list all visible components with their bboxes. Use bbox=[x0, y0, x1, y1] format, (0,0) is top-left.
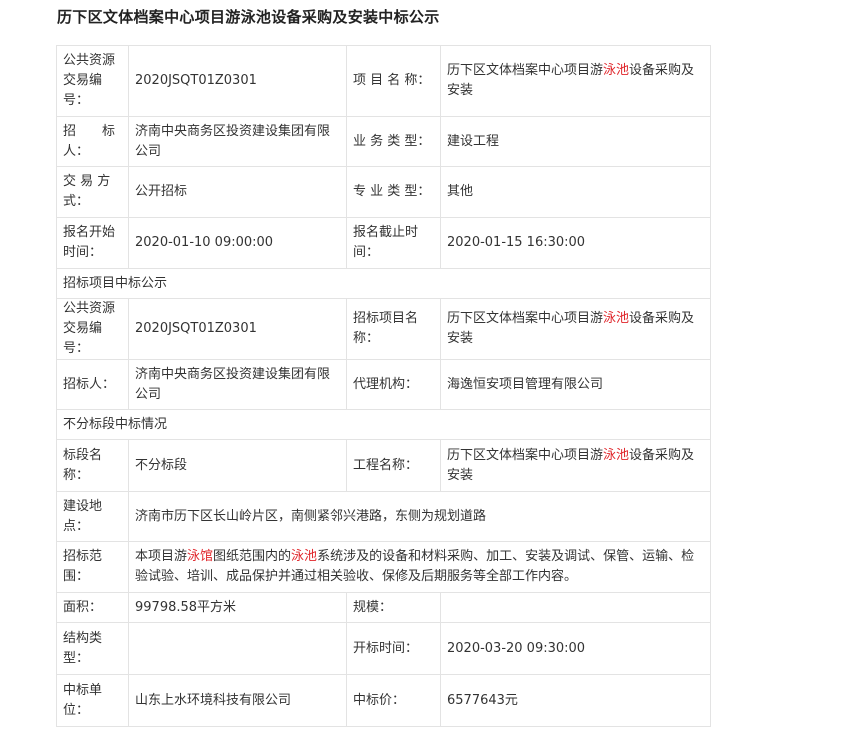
highlight-keyword: 泳池 bbox=[291, 549, 318, 564]
lot-name-value: 不分标段 bbox=[128, 439, 347, 492]
table-row: 交 易 方式： 公开招标 专 业 类 型： 其他 bbox=[56, 166, 711, 218]
page-title: 历下区文体档案中心项目游泳池设备采购及安装中标公示 bbox=[57, 8, 440, 26]
project-title-label: 工程名称： bbox=[346, 439, 441, 492]
location-value: 济南市历下区长山岭片区，南侧紧邻兴港路，东侧为规划道路 bbox=[128, 491, 711, 542]
winning-price-label: 中标价： bbox=[346, 674, 441, 727]
area-value: 99798.58平方米 bbox=[128, 592, 347, 623]
structure-type-value bbox=[128, 622, 347, 675]
highlight-keyword: 泳池 bbox=[603, 311, 630, 326]
section-row: 不分标段中标情况 bbox=[56, 409, 711, 440]
agency-label: 代理机构： bbox=[346, 359, 441, 410]
project-name-label: 项 目 名 称： bbox=[346, 45, 441, 117]
trade-method-value: 公开招标 bbox=[128, 166, 347, 218]
table-row: 建设地点： 济南市历下区长山岭片区，南侧紧邻兴港路，东侧为规划道路 bbox=[56, 491, 711, 542]
project-title-value: 历下区文体档案中心项目游泳池设备采购及安装 bbox=[440, 439, 711, 492]
section-heading-bid-result: 不分标段中标情况 bbox=[56, 409, 711, 440]
section-row: 招标项目中标公示 bbox=[56, 268, 711, 299]
highlight-keyword: 泳池 bbox=[603, 63, 630, 78]
table-row: 中标单位： 山东上水环境科技有限公司 中标价： 6577643元 bbox=[56, 674, 711, 727]
location-label: 建设地点： bbox=[56, 491, 129, 542]
business-type-value: 建设工程 bbox=[440, 116, 711, 167]
profession-type-label: 专 业 类 型： bbox=[346, 166, 441, 218]
bid-open-time-value: 2020-03-20 09:30:00 bbox=[440, 622, 711, 675]
profession-type-value: 其他 bbox=[440, 166, 711, 218]
trade-method-label: 交 易 方式： bbox=[56, 166, 129, 218]
highlight-keyword: 泳池 bbox=[603, 447, 630, 463]
table-row: 公共资源交易编号： 2020JSQT01Z0301 招标项目名称： 历下区文体档… bbox=[56, 298, 711, 360]
winner-value: 山东上水环境科技有限公司 bbox=[128, 674, 347, 727]
signup-start-label: 报名开始时间： bbox=[56, 217, 129, 269]
highlight-keyword: 泳馆 bbox=[187, 549, 214, 564]
structure-type-label: 结构类型： bbox=[56, 622, 129, 675]
signup-end-label: 报名截止时间： bbox=[346, 217, 441, 269]
scope-label: 招标范围： bbox=[56, 541, 129, 593]
section-heading-award-notice: 招标项目中标公示 bbox=[56, 268, 711, 299]
trade-number-label: 公共资源交易编号： bbox=[56, 298, 129, 360]
table-row: 标段名称： 不分标段 工程名称： 历下区文体档案中心项目游泳池设备采购及安装 bbox=[56, 439, 711, 492]
tender-project-name-value: 历下区文体档案中心项目游泳池设备采购及安装 bbox=[440, 298, 711, 360]
tender-project-name-label: 招标项目名称： bbox=[346, 298, 441, 360]
agency-value: 海逸恒安项目管理有限公司 bbox=[440, 359, 711, 410]
trade-number-label: 公共资源交易编号： bbox=[56, 45, 129, 117]
table-row: 招 标人： 济南中央商务区投资建设集团有限公司 业 务 类 型： 建设工程 bbox=[56, 116, 711, 167]
table-row: 招标人： 济南中央商务区投资建设集团有限公司 代理机构： 海逸恒安项目管理有限公… bbox=[56, 359, 711, 410]
tenderer-value: 济南中央商务区投资建设集团有限公司 bbox=[128, 359, 347, 410]
table-row: 报名开始时间： 2020-01-10 09:00:00 报名截止时间： 2020… bbox=[56, 217, 711, 269]
signup-end-value: 2020-01-15 16:30:00 bbox=[440, 217, 711, 269]
tender-info-table: 公共资源交易编号： 2020JSQT01Z0301 项 目 名 称： 历下区文体… bbox=[56, 45, 711, 727]
project-name-value: 历下区文体档案中心项目游泳池设备采购及安装 bbox=[440, 45, 711, 117]
scale-label: 规模： bbox=[346, 592, 441, 623]
table-row: 公共资源交易编号： 2020JSQT01Z0301 项 目 名 称： 历下区文体… bbox=[56, 45, 711, 117]
area-label: 面积： bbox=[56, 592, 129, 623]
tenderer-label: 招标人： bbox=[56, 359, 129, 410]
tenderer-value: 济南中央商务区投资建设集团有限公司 bbox=[128, 116, 347, 167]
winning-price-value: 6577643元 bbox=[440, 674, 711, 727]
trade-number-value: 2020JSQT01Z0301 bbox=[128, 298, 347, 360]
bid-open-time-label: 开标时间： bbox=[346, 622, 441, 675]
scale-value bbox=[440, 592, 711, 623]
tenderer-label: 招 标人： bbox=[56, 116, 129, 167]
lot-name-label: 标段名称： bbox=[56, 439, 129, 492]
winner-label: 中标单位： bbox=[56, 674, 129, 727]
table-row: 招标范围： 本项目游泳馆图纸范围内的泳池系统涉及的设备和材料采购、加工、安装及调… bbox=[56, 541, 711, 593]
table-row: 结构类型： 开标时间： 2020-03-20 09:30:00 bbox=[56, 622, 711, 675]
business-type-label: 业 务 类 型： bbox=[346, 116, 441, 167]
table-row: 面积： 99798.58平方米 规模： bbox=[56, 592, 711, 623]
trade-number-value: 2020JSQT01Z0301 bbox=[128, 45, 347, 117]
scope-value: 本项目游泳馆图纸范围内的泳池系统涉及的设备和材料采购、加工、安装及调试、保管、运… bbox=[128, 541, 711, 593]
signup-start-value: 2020-01-10 09:00:00 bbox=[128, 217, 347, 269]
